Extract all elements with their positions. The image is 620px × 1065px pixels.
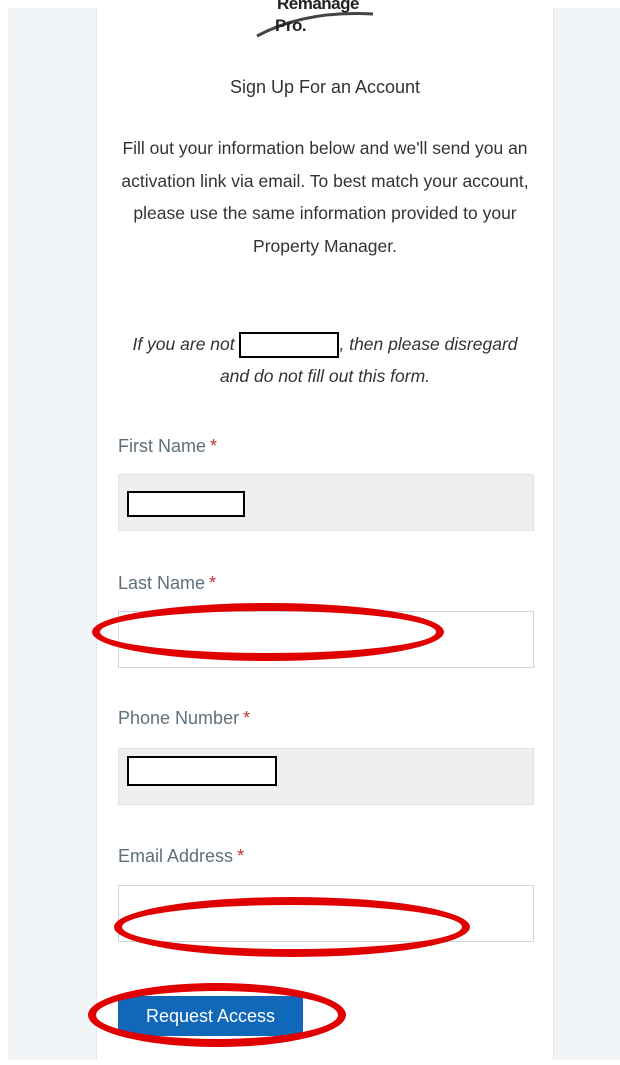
email-address-label: Email Address * bbox=[118, 846, 244, 867]
notice-text-before: If you are not bbox=[132, 334, 240, 354]
email-address-field[interactable] bbox=[118, 885, 534, 942]
request-access-button[interactable]: Request Access bbox=[118, 996, 303, 1036]
phone-number-label-text: Phone Number bbox=[118, 708, 240, 728]
first-name-label-text: First Name bbox=[118, 436, 207, 456]
logo-word-pro: Pro. bbox=[275, 16, 307, 35]
intro-text: Fill out your information below and we'l… bbox=[121, 138, 529, 256]
last-name-label: Last Name * bbox=[118, 573, 216, 594]
redaction-box bbox=[127, 756, 277, 786]
required-mark: * bbox=[210, 436, 218, 456]
redaction-box bbox=[127, 491, 245, 517]
phone-number-label: Phone Number * bbox=[118, 708, 250, 729]
last-name-field[interactable] bbox=[118, 611, 534, 668]
required-mark: * bbox=[209, 573, 217, 593]
email-address-label-text: Email Address bbox=[118, 846, 234, 866]
page-title: Sign Up For an Account bbox=[229, 77, 421, 97]
logo-word-remanage: Remanage bbox=[277, 0, 359, 13]
required-mark: * bbox=[237, 846, 245, 866]
required-mark: * bbox=[243, 708, 251, 728]
notice-text: If you are not , then please disregard a… bbox=[120, 328, 530, 392]
remanage-pro-logo: Remanage Pro. bbox=[255, 0, 375, 44]
last-name-label-text: Last Name bbox=[118, 573, 206, 593]
first-name-label: First Name * bbox=[118, 436, 217, 457]
redacted-property-name bbox=[239, 332, 340, 359]
